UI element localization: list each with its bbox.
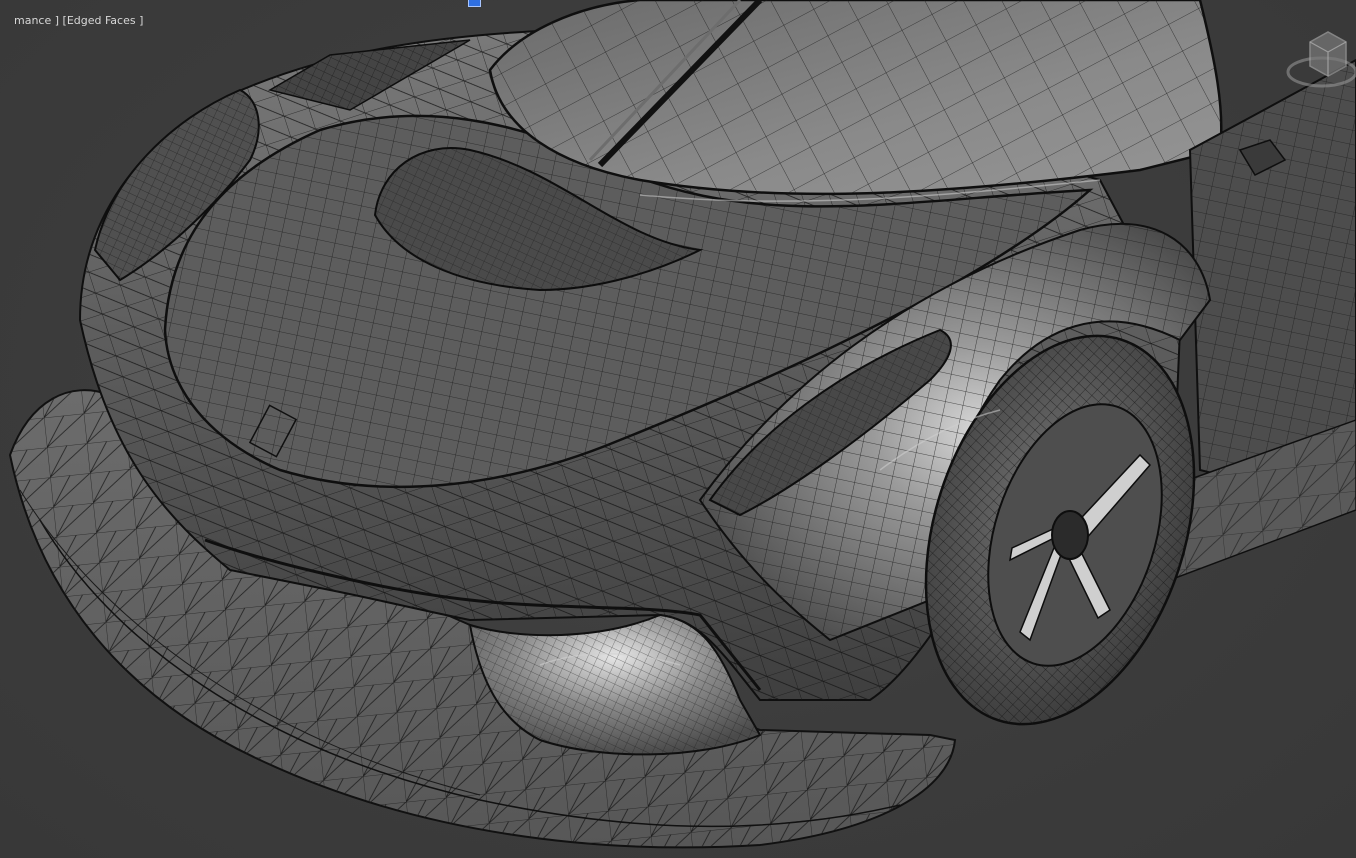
viewcube-icon[interactable]: [1280, 22, 1356, 96]
viewport-label: mance ] [Edged Faces ]: [0, 0, 143, 27]
windshield: [488, 0, 1223, 196]
viewport-edged-faces-menu[interactable]: [Edged Faces ]: [59, 14, 144, 27]
selection-marker: [468, 0, 481, 7]
viewport-shading-menu[interactable]: mance ]: [14, 14, 59, 27]
car-mesh[interactable]: [0, 0, 1356, 858]
perspective-viewport[interactable]: mance ] [Edged Faces ]: [0, 0, 1356, 858]
